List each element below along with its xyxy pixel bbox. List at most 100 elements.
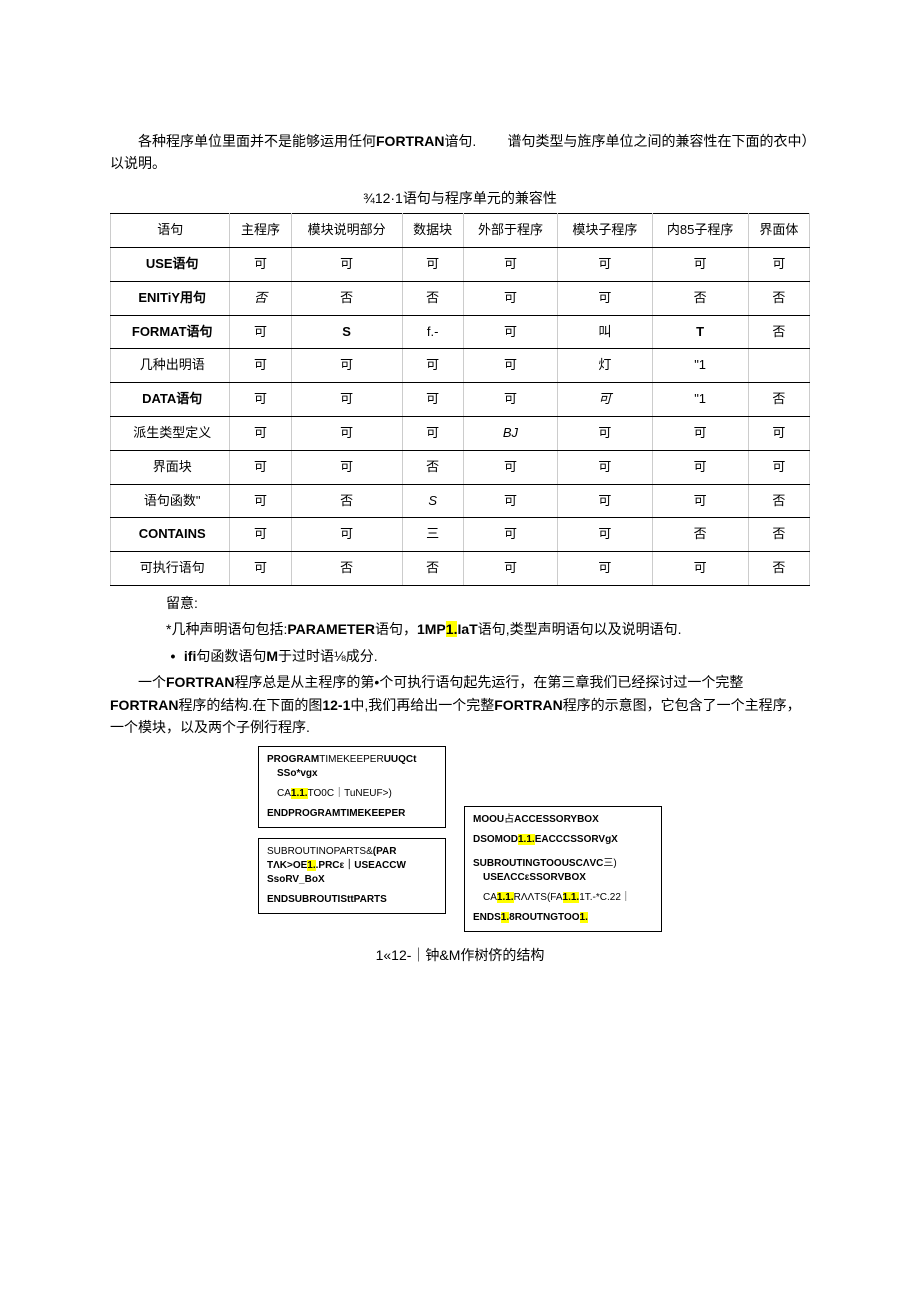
table-cell: 否	[402, 450, 463, 484]
text-bold: ifi	[184, 648, 196, 664]
text: 占	[504, 814, 514, 825]
diagram-left-col: PROGRAMTIMEKEEPERUUQCt SSo*vgx CA1.1.TO0…	[258, 746, 446, 914]
diagram-right-col: MOOU占ACCESSORYBOX DSOMOD1.1.EACCCSSORVgX…	[464, 806, 662, 932]
text-bold: PARAMETER	[287, 621, 375, 637]
table-row: 几种出明语可可可可灯"1	[111, 349, 810, 383]
table-row: FORMAT语句可Sf.-可叫T否	[111, 315, 810, 349]
table-cell: S	[291, 315, 402, 349]
table-cell: 可	[230, 552, 291, 586]
table-cell: BJ	[463, 416, 557, 450]
table-cell: 可	[748, 247, 809, 281]
text-bold: 8ROUTNGTOO	[509, 912, 579, 923]
text: TIMEKEEPER	[319, 754, 383, 765]
text-bold: EACCCSSORVgX	[535, 834, 618, 845]
table-cell: 否	[402, 552, 463, 586]
table-cell: 可	[230, 315, 291, 349]
text-bold: ACCESSORYBOX	[514, 814, 599, 825]
text: 句函数语句	[196, 648, 266, 664]
text: *几种声明语句包括:	[166, 621, 287, 637]
table-cell: 可	[463, 247, 557, 281]
table-header-row: 语句 主程序 模块说明部分 数据块 外部于程序 模块子程序 内85子程序 界面体	[111, 214, 810, 248]
table-cell: 可	[558, 484, 652, 518]
table-cell: 可	[402, 349, 463, 383]
notes: 留意: *几种声明语句包括:PARAMETER语句，1MP1.IaT语句,类型声…	[166, 592, 810, 667]
table-cell: 可	[558, 518, 652, 552]
highlight: 1.	[446, 621, 458, 637]
table-cell: 可	[463, 383, 557, 417]
table-cell: 可	[463, 518, 557, 552]
text-bold: USEΛCCεSSORVBOX	[483, 872, 586, 883]
highlight: 1.1.	[291, 788, 308, 799]
text: 语句,类型声明语句以及说明语句.	[478, 621, 682, 637]
highlight: 1.1.	[497, 892, 514, 903]
table-cell: 可	[230, 247, 291, 281]
table-cell: 否	[230, 281, 291, 315]
text-bold: FORTRAN	[494, 697, 562, 713]
table-body: USE语句可可可可可可可ENITiY用句否否否可可否否FORMAT语句可Sf.-…	[111, 247, 810, 585]
table-cell: 可	[463, 315, 557, 349]
row-label: ENITiY用句	[111, 281, 230, 315]
text: 于过时语⅛成分.	[278, 648, 378, 664]
table-cell: 可	[652, 450, 748, 484]
text: 一个	[138, 674, 166, 690]
table-cell: 可	[230, 349, 291, 383]
text-bold: IaT	[457, 621, 477, 637]
text-bold: MOOU	[473, 814, 504, 825]
highlight: 1.1.	[518, 834, 535, 845]
row-label: FORMAT语句	[111, 315, 230, 349]
row-label: 派生类型定义	[111, 416, 230, 450]
table-cell: 可	[230, 518, 291, 552]
text-bold: 1MP	[417, 621, 446, 637]
table-cell: 否	[748, 518, 809, 552]
table-row: 可执行语句可否否可可可否	[111, 552, 810, 586]
table-cell: 可	[652, 416, 748, 450]
text-bold: SSo*vgx	[277, 768, 318, 779]
table-cell: 可	[463, 450, 557, 484]
table-cell: 可	[652, 552, 748, 586]
table-cell: 否	[402, 281, 463, 315]
text: 三)	[603, 858, 616, 869]
table-cell: 可	[748, 450, 809, 484]
bullet-icon: •	[166, 645, 180, 667]
table-row: CONTAINS可可三可可否否	[111, 518, 810, 552]
table-cell: 可	[558, 247, 652, 281]
table-cell: "1	[652, 349, 748, 383]
intro-paragraph: 各种程序单位里面并不是能够运用任何FORTRAN谙句. 谱句类型与旌序单位之间的…	[110, 130, 810, 175]
table-row: ENITiY用句否否否可可否否	[111, 281, 810, 315]
text-bold: M	[266, 648, 278, 664]
table-cell: "1	[652, 383, 748, 417]
table-row: 界面块可可否可可可可	[111, 450, 810, 484]
box-module: MOOU占ACCESSORYBOX DSOMOD1.1.EACCCSSORVgX…	[464, 806, 662, 932]
table-cell: 否	[291, 552, 402, 586]
text-bold: FORTRAN	[376, 133, 444, 149]
table-cell: 可	[291, 349, 402, 383]
row-label: USE语句	[111, 247, 230, 281]
table-cell: T	[652, 315, 748, 349]
note-line: • ifi句函数语句M于过时语⅛成分.	[166, 645, 810, 667]
program-diagram: PROGRAMTIMEKEEPERUUQCt SSo*vgx CA1.1.TO0…	[110, 746, 810, 932]
note-line: 留意:	[166, 592, 810, 614]
table-cell: 否	[748, 315, 809, 349]
table-cell: 可	[558, 416, 652, 450]
row-label: 语句函数"	[111, 484, 230, 518]
text-bold: UUQCt	[384, 754, 417, 765]
box-subroutine: SUBROUTINOPARTS&(PAR TΛK>OE1..PRCε｜USEAC…	[258, 838, 446, 914]
col-header: 界面体	[748, 214, 809, 248]
text: 各种程序单位里面并不是能够运用任何	[138, 133, 376, 149]
compat-table: 语句 主程序 模块说明部分 数据块 外部于程序 模块子程序 内85子程序 界面体…	[110, 213, 810, 586]
table-cell: S	[402, 484, 463, 518]
text: 语句，	[375, 621, 417, 637]
text-bold: .PRCε｜USEACCW	[316, 860, 406, 871]
table-cell: 可	[291, 247, 402, 281]
col-header: 模块子程序	[558, 214, 652, 248]
row-label: DATA语句	[111, 383, 230, 417]
table-cell: 叫	[558, 315, 652, 349]
note-line: *几种声明语句包括:PARAMETER语句，1MP1.IaT语句,类型声明语句以…	[166, 618, 810, 640]
table-cell: 可	[558, 281, 652, 315]
table-cell: 否	[748, 383, 809, 417]
table-row: USE语句可可可可可可可	[111, 247, 810, 281]
col-header: 内85子程序	[652, 214, 748, 248]
table-cell: 可	[652, 484, 748, 518]
text-bold: ENDPROGRAM	[267, 808, 340, 819]
highlight: 1.	[501, 912, 509, 923]
